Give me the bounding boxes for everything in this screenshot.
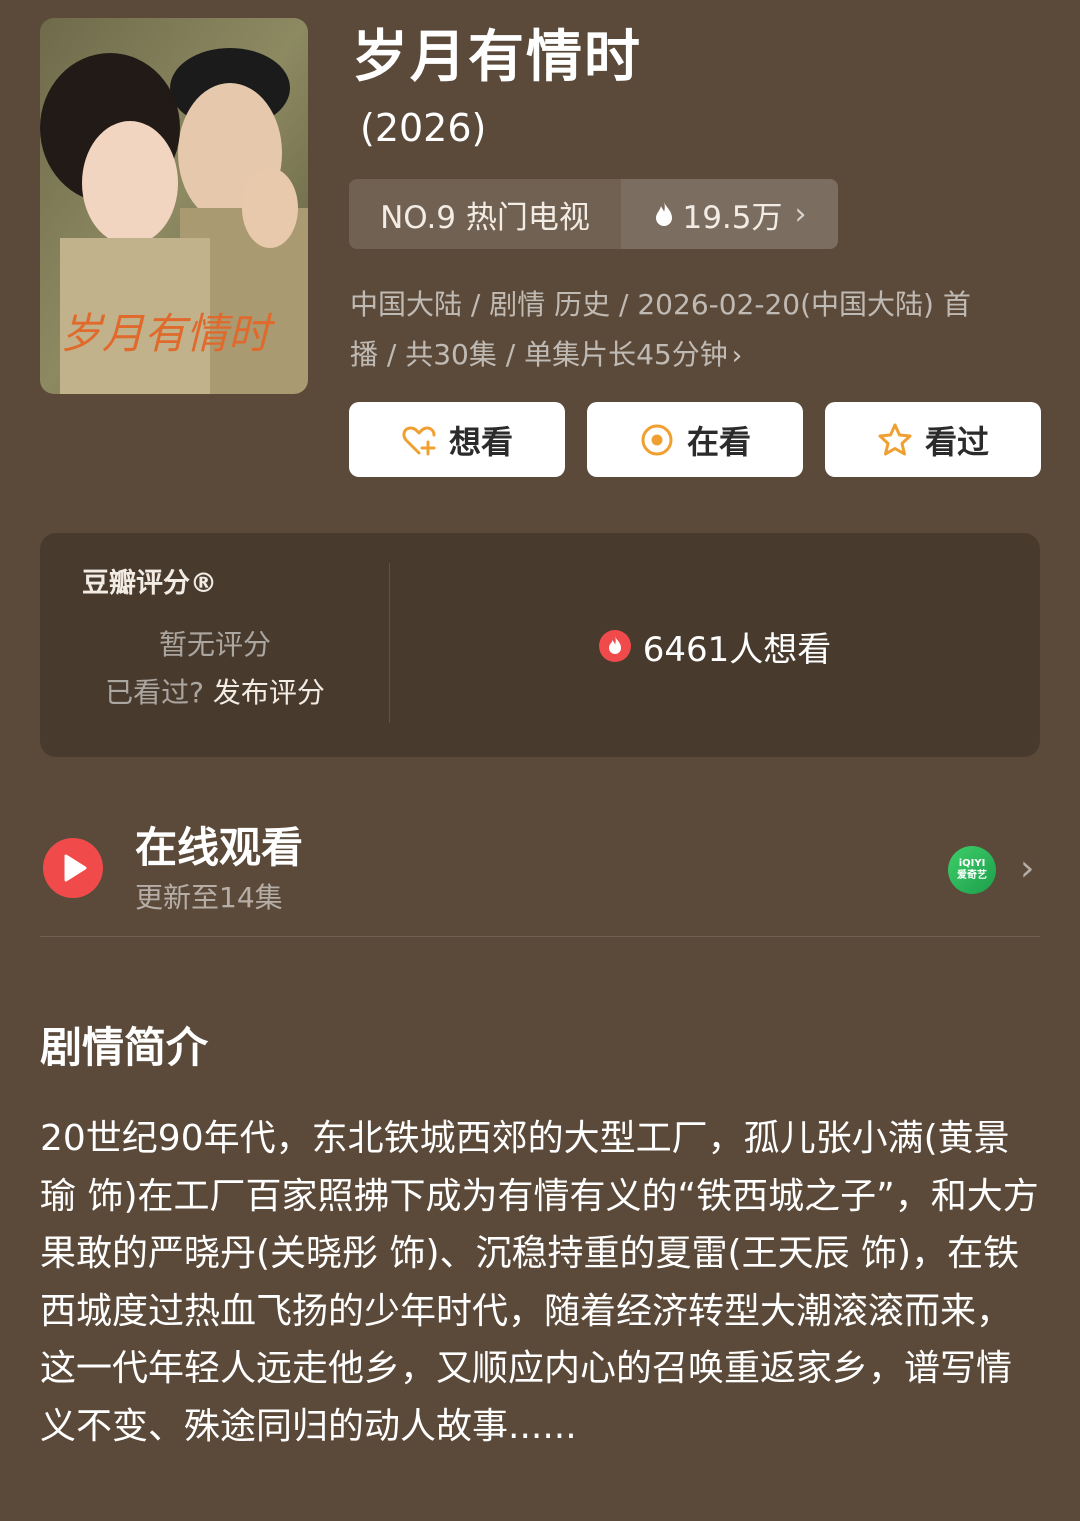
heart-plus-icon	[402, 426, 436, 455]
star-icon	[878, 423, 912, 455]
rate-prompt: 已看过? 发布评分	[40, 671, 390, 711]
section-divider	[40, 936, 1040, 937]
synopsis-title: 剧情简介	[40, 1023, 209, 1072]
publish-rating-link[interactable]: 发布评分	[213, 676, 325, 709]
want-button-label: 想看	[448, 422, 513, 461]
rank-label: NO.9 热门电视	[380, 199, 590, 236]
chevron-right-icon: ›	[731, 341, 743, 371]
poster-title-art: 岁月有情时	[60, 309, 276, 358]
flame-badge-icon	[598, 630, 631, 662]
online-watch-title: 在线观看	[135, 823, 304, 872]
episode-update: 更新至14集	[135, 881, 283, 914]
play-icon	[43, 838, 103, 898]
meta-line-2: 播 / 共30集 / 单集片长45分钟	[350, 338, 728, 371]
meta-info[interactable]: 中国大陆 / 剧情 历史 / 2026-02-20(中国大陆) 首 播 / 共3…	[350, 280, 1010, 381]
target-icon	[641, 424, 673, 455]
meta-line-1: 中国大陆 / 剧情 历史 / 2026-02-20(中国大陆) 首	[350, 288, 971, 321]
chevron-right-icon: ›	[794, 196, 807, 232]
heat-value: 19.5万	[682, 199, 783, 236]
iqiyi-logo-bottom: 爱奇艺	[957, 870, 987, 881]
rank-pill[interactable]: NO.9 热门电视 19.5万 ›	[349, 179, 838, 249]
rating-card: 豆瓣评分® 暂无评分 已看过? 发布评分 6461人想看	[40, 533, 1040, 757]
synopsis-body: 20世纪90年代，东北铁城西郊的大型工厂，孤儿张小满(黄景瑜 饰)在工厂百家照拂…	[40, 1118, 1039, 1447]
heat-indicator[interactable]: 19.5万 ›	[621, 179, 838, 249]
flame-icon	[656, 201, 673, 226]
page-title: 岁月有情时	[352, 25, 642, 90]
watched-button-label: 看过	[924, 422, 989, 461]
rate-prompt-question: 已看过?	[105, 676, 204, 709]
want-count[interactable]: 6461人想看	[390, 623, 1040, 670]
rating-title: 豆瓣评分®	[82, 568, 217, 599]
watching-button-label: 在看	[686, 422, 751, 461]
watched-button[interactable]: 看过	[825, 402, 1041, 477]
release-year: (2026)	[360, 106, 487, 150]
chevron-right-icon[interactable]: ›	[1020, 848, 1034, 889]
iqiyi-logo-icon[interactable]: iQIYI 爱奇艺	[948, 846, 996, 894]
iqiyi-logo-top: iQIYI	[958, 858, 986, 869]
want-count-text: 6461人想看	[642, 629, 832, 670]
want-button[interactable]: 想看	[349, 402, 565, 477]
watching-button[interactable]: 在看	[587, 402, 803, 477]
no-rating-text: 暂无评分	[158, 628, 271, 661]
online-watch-row[interactable]: 在线观看 更新至14集 iQIYI 爱奇艺 ›	[40, 820, 1040, 936]
action-bar: 想看 在看 看过	[349, 402, 1041, 477]
poster-image[interactable]: 岁月有情时	[40, 18, 308, 394]
